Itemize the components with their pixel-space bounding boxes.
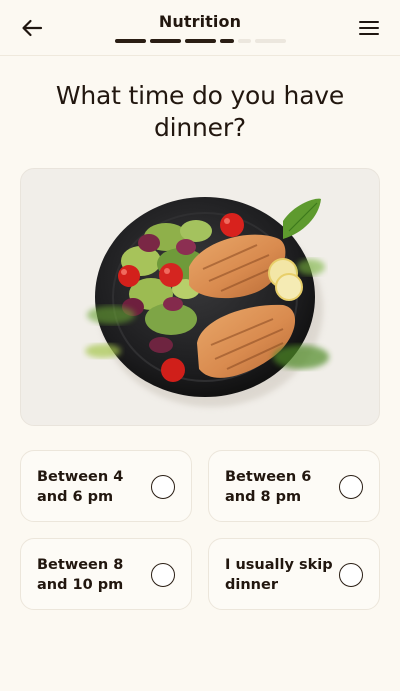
radio-button[interactable]: [151, 475, 175, 499]
option-between-4-and-6[interactable]: Between 4 and 6 pm: [20, 450, 192, 522]
progress-segment: [185, 39, 216, 43]
progress-segment: [255, 39, 286, 43]
top-bar: Nutrition: [0, 0, 400, 56]
option-label: Between 4 and 6 pm: [37, 469, 124, 505]
page-title: Nutrition: [158, 12, 242, 31]
dinner-plate-image: [20, 168, 380, 426]
option-between-8-and-10[interactable]: Between 8 and 10 pm: [20, 538, 192, 610]
option-label: Between 8 and 10 pm: [37, 557, 124, 593]
radio-button[interactable]: [151, 563, 175, 587]
progress-segment: [150, 39, 181, 43]
option-label: I usually skip dinner: [225, 557, 333, 593]
progress-bar: [115, 39, 286, 43]
menu-button[interactable]: [356, 14, 382, 42]
question-title: What time do you have dinner?: [55, 81, 345, 142]
hamburger-menu-icon: [359, 21, 379, 35]
progress-segment: [115, 39, 146, 43]
radio-button[interactable]: [339, 475, 363, 499]
progress-segment: [238, 39, 251, 43]
option-skip-dinner[interactable]: I usually skip dinner: [208, 538, 380, 610]
progress-segment: [220, 39, 234, 43]
radio-button[interactable]: [339, 563, 363, 587]
answer-options: Between 4 and 6 pm Between 6 and 8 pm Be…: [20, 450, 380, 610]
option-label: Between 6 and 8 pm: [225, 469, 312, 505]
option-between-6-and-8[interactable]: Between 6 and 8 pm: [208, 450, 380, 522]
